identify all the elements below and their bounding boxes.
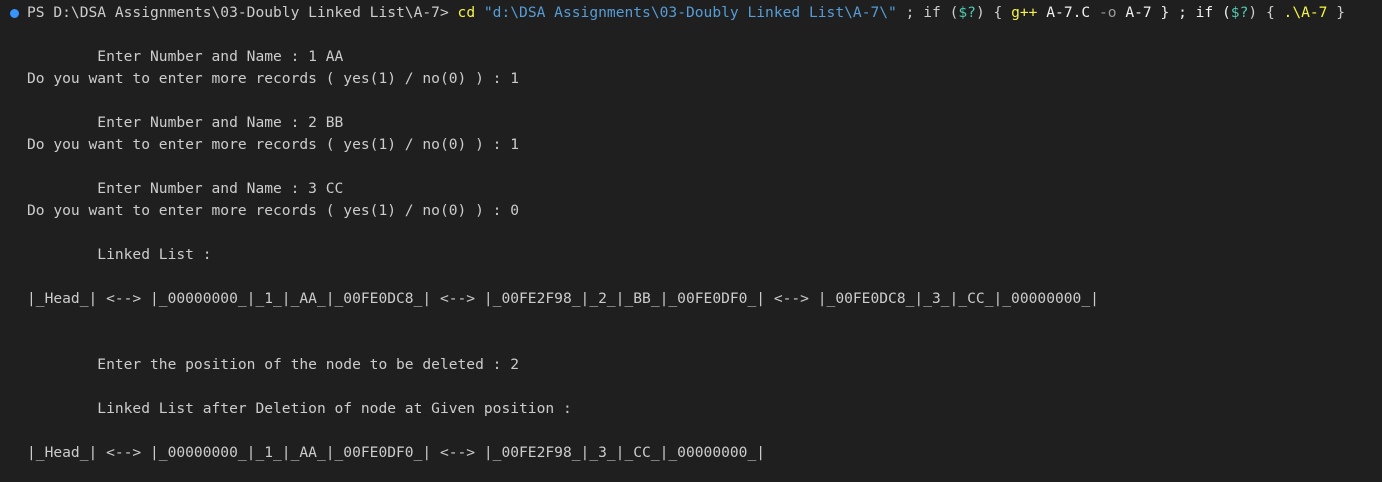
output-line: Linked List after Deletion of node at Gi… xyxy=(27,400,572,417)
gpp-args-2: A-7 } ; if ( xyxy=(1116,4,1231,21)
output-line: Enter the position of the node to be del… xyxy=(27,356,520,373)
output-line: Do you want to enter more records ( yes(… xyxy=(27,70,520,87)
gpp-args-1: A-7.C xyxy=(1037,4,1099,21)
run-executable: .\A-7 xyxy=(1283,4,1328,21)
command-status-dot-icon[interactable] xyxy=(10,9,19,18)
linked-list-output: |_Head_| <--> |_00000000_|_1_|_AA_|_00FE… xyxy=(27,444,766,461)
output-line: Do you want to enter more records ( yes(… xyxy=(27,202,520,219)
output-line: Linked List : xyxy=(27,246,212,263)
output-line: Do you want to enter more records ( yes(… xyxy=(27,136,520,153)
command-tail: } xyxy=(1327,4,1346,21)
command-line: PS D:\DSA Assignments\03-Doubly Linked L… xyxy=(27,2,1345,24)
gpp-command: g++ xyxy=(1011,4,1038,21)
output-line: Enter Number and Name : 3 CC xyxy=(27,180,344,197)
separator-3: ) { xyxy=(1248,4,1284,21)
cd-command: cd xyxy=(448,4,476,21)
separator-1: ; if ( xyxy=(896,4,959,21)
prompt-path: D:\DSA Assignments\03-Doubly Linked List… xyxy=(53,4,449,21)
terminal-panel[interactable]: PS D:\DSA Assignments\03-Doubly Linked L… xyxy=(0,0,1382,482)
ps-prefix: PS xyxy=(27,4,54,21)
gpp-output-flag: -o xyxy=(1098,4,1117,21)
cd-argument: "d:\DSA Assignments\03-Doubly Linked Lis… xyxy=(475,4,897,21)
exit-status-var-1: $? xyxy=(958,4,976,21)
linked-list-output: |_Head_| <--> |_00000000_|_1_|_AA_|_00FE… xyxy=(27,290,1099,307)
output-line: Enter Number and Name : 1 AA xyxy=(27,48,344,65)
output-line: Enter Number and Name : 2 BB xyxy=(27,114,344,131)
exit-status-var-2: $? xyxy=(1230,4,1249,21)
separator-2: ) { xyxy=(975,4,1012,21)
